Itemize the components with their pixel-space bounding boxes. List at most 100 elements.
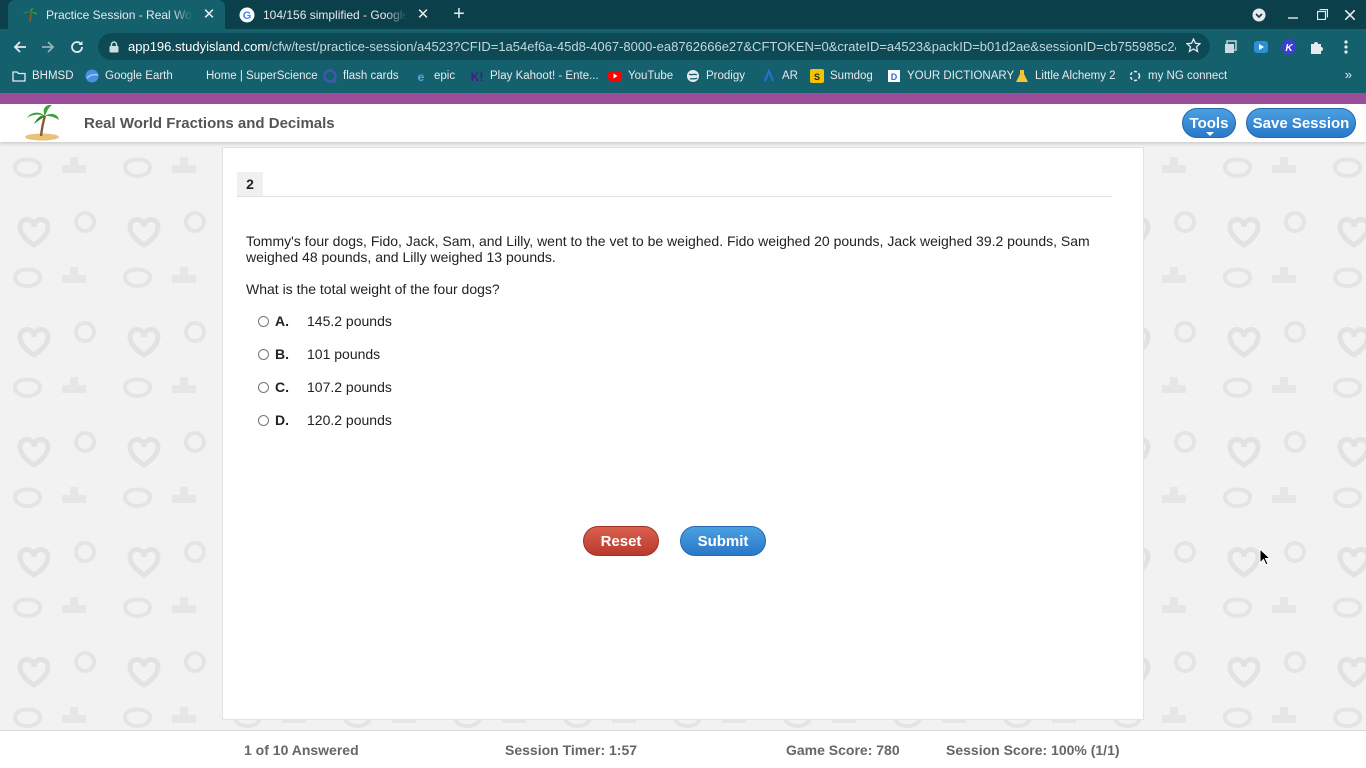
submit-button[interactable]: Submit <box>680 526 766 556</box>
choice-text: 107.2 pounds <box>307 379 392 395</box>
close-tab-icon[interactable]: ✕ <box>415 6 431 23</box>
bookmark-label: flash cards <box>343 69 399 82</box>
bookmark-sumdog[interactable]: S Sumdog <box>810 66 873 85</box>
tab-practice-session[interactable]: Practice Session - Real World Fractions … <box>8 0 225 29</box>
address-bar[interactable]: app196.studyisland.com/cfw/test/practice… <box>98 33 1210 60</box>
choice-letter: A. <box>275 313 289 329</box>
reset-button[interactable]: Reset <box>583 526 659 556</box>
question-prompt: Tommy's four dogs, Fido, Jack, Sam, and … <box>246 233 1090 265</box>
svg-text:D: D <box>891 72 898 82</box>
lock-icon <box>109 40 121 53</box>
bookmark-label: Google Earth <box>105 69 173 82</box>
google-icon: G <box>239 7 255 23</box>
choice-letter: C. <box>275 379 289 395</box>
bookmark-label: Play Kahoot! - Ente... <box>490 69 599 82</box>
bookmark-label: Home | SuperScience <box>206 69 318 82</box>
browser-tab-strip: Practice Session - Real World Fractions … <box>0 0 1366 29</box>
bookmark-your-dictionary[interactable]: D YOUR DICTIONARY <box>887 66 1014 85</box>
question-number: 2 <box>237 172 263 196</box>
bookmark-label: AR <box>782 69 798 82</box>
tab-google-search[interactable]: G 104/156 simplified - Google Search ✕ <box>225 0 439 29</box>
answered-count: 1 of 10 Answered <box>244 742 359 758</box>
choice-text: 145.2 pounds <box>307 313 392 329</box>
youtube-icon <box>608 69 622 83</box>
ng-connect-icon <box>1128 69 1142 83</box>
tab-title: 104/156 simplified - Google Search <box>263 7 407 22</box>
bookmark-label: Sumdog <box>830 69 873 82</box>
restore-icon[interactable] <box>1308 0 1336 29</box>
question-divider <box>237 196 1112 197</box>
close-window-icon[interactable] <box>1336 0 1364 29</box>
question-card: 2 Tommy's four dogs, Fido, Jack, Sam, an… <box>222 147 1144 720</box>
bookmarks-overflow-icon[interactable]: » <box>1345 67 1352 82</box>
choice-a[interactable]: A. 145.2 pounds <box>258 311 392 331</box>
page-content: Real World Fractions and Decimals Tools … <box>0 87 1366 768</box>
kahoot-icon: K! <box>470 69 484 83</box>
svg-text:G: G <box>243 10 252 22</box>
reload-icon[interactable] <box>66 36 88 58</box>
bookmark-prodigy[interactable]: Prodigy <box>686 66 745 85</box>
bookmark-google-earth[interactable]: Google Earth <box>85 66 173 85</box>
question-text: What is the total weight of the four dog… <box>246 281 500 297</box>
choice-c[interactable]: C. 107.2 pounds <box>258 377 392 397</box>
activity-title: Real World Fractions and Decimals <box>84 115 335 132</box>
tab-search-icon[interactable] <box>1245 0 1273 29</box>
svg-text:K: K <box>1285 43 1293 54</box>
session-status-bar: 1 of 10 Answered Session Timer: 1:57 Gam… <box>0 730 1366 768</box>
svg-text:e: e <box>418 70 425 83</box>
radio-button[interactable] <box>258 381 269 393</box>
browser-toolbar: app196.studyisland.com/cfw/test/practice… <box>0 29 1366 64</box>
extension-copy-icon[interactable] <box>1221 37 1241 57</box>
bookmark-ar[interactable]: AR <box>762 66 798 85</box>
radio-button[interactable] <box>258 348 269 360</box>
choice-text: 120.2 pounds <box>307 412 392 428</box>
folder-icon <box>12 69 26 83</box>
epic-icon: e <box>414 69 428 83</box>
choice-letter: D. <box>275 412 289 428</box>
bookmarks-bar: BHMSD Google Earth Home | SuperScience f… <box>0 64 1366 87</box>
bookmark-flash-cards[interactable]: flash cards <box>323 66 399 85</box>
bookmark-little-alchemy[interactable]: Little Alchemy 2 <box>1015 66 1116 85</box>
radio-button[interactable] <box>258 414 269 426</box>
new-tab-icon[interactable]: + <box>449 4 469 24</box>
bookmark-superscience[interactable]: Home | SuperScience <box>186 66 318 85</box>
bookmark-youtube[interactable]: YouTube <box>608 66 673 85</box>
url-text: app196.studyisland.com/cfw/test/practice… <box>128 39 1176 54</box>
bookmark-label: YOUR DICTIONARY <box>907 69 1015 82</box>
choice-d[interactable]: D. 120.2 pounds <box>258 410 392 430</box>
superscience-icon <box>186 69 200 83</box>
forward-arrow-icon[interactable] <box>37 36 59 58</box>
minimize-icon[interactable] <box>1279 0 1307 29</box>
extension-screencast-icon[interactable] <box>1251 37 1271 57</box>
choice-b[interactable]: B. 101 pounds <box>258 344 380 364</box>
flask-icon <box>1015 69 1029 83</box>
quizlet-icon <box>323 68 337 83</box>
caret-down-icon <box>1206 132 1214 136</box>
palm-tree-icon <box>22 7 38 23</box>
back-arrow-icon[interactable] <box>9 36 31 58</box>
close-tab-icon[interactable]: ✕ <box>201 6 217 23</box>
sumdog-icon: S <box>810 68 824 83</box>
save-session-label: Save Session <box>1252 114 1350 132</box>
radio-button[interactable] <box>258 315 269 327</box>
bookmark-kahoot[interactable]: K! Play Kahoot! - Ente... <box>470 66 599 85</box>
game-score: Game Score: 780 <box>786 742 900 758</box>
bookmark-star-icon[interactable] <box>1185 37 1202 58</box>
bookmark-label: YouTube <box>628 69 674 82</box>
extension-kami-icon[interactable]: K <box>1279 37 1299 57</box>
browser-menu-icon[interactable] <box>1336 37 1356 57</box>
ar-icon <box>762 68 776 83</box>
tools-label: Tools <box>1189 114 1229 132</box>
bookmark-label: epic <box>434 69 456 82</box>
save-session-button[interactable]: Save Session <box>1246 108 1356 138</box>
bookmark-ng-connect[interactable]: my NG connect <box>1128 66 1227 85</box>
choice-letter: B. <box>275 346 289 362</box>
url-host: app196.studyisland.com <box>128 39 269 54</box>
bookmark-bhmsd[interactable]: BHMSD <box>12 66 74 85</box>
mouse-pointer-icon <box>1259 548 1271 566</box>
svg-text:K!: K! <box>471 70 484 83</box>
extensions-puzzle-icon[interactable] <box>1306 37 1326 57</box>
tools-button[interactable]: Tools <box>1182 108 1236 138</box>
url-path: /cfw/test/practice-session/a4523?CFID=1a… <box>268 39 1176 54</box>
bookmark-epic[interactable]: e epic <box>414 66 455 85</box>
